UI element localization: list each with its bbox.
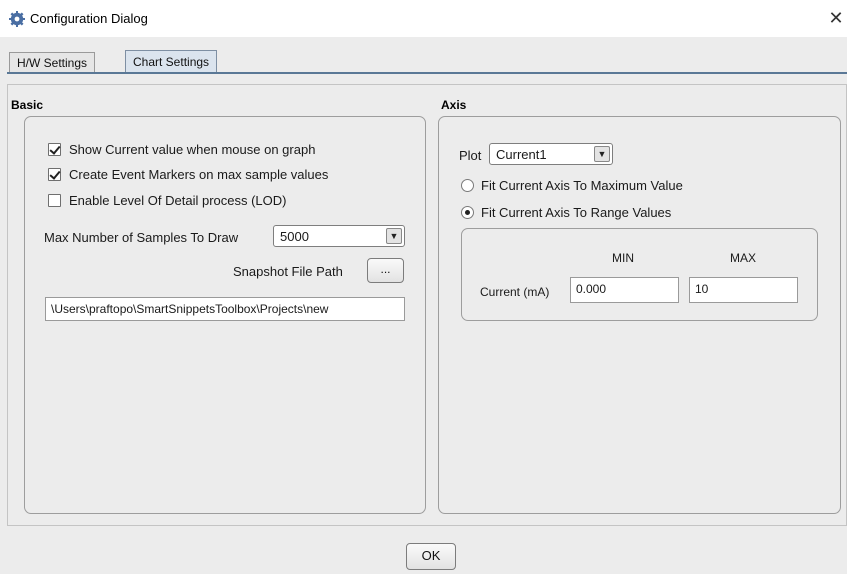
current-ma-label: Current (mA) xyxy=(480,285,550,299)
fit-range-label: Fit Current Axis To Range Values xyxy=(481,205,672,220)
tab-chart-settings[interactable]: Chart Settings xyxy=(125,50,218,73)
fit-range-radio[interactable] xyxy=(461,206,474,219)
range-values-group xyxy=(461,228,818,321)
enable-lod-label: Enable Level Of Detail process (LOD) xyxy=(69,193,287,208)
max-samples-value: 5000 xyxy=(280,229,309,244)
enable-lod-checkbox[interactable] xyxy=(48,194,61,207)
snapshot-path-label: Snapshot File Path xyxy=(233,264,343,279)
max-samples-label: Max Number of Samples To Draw xyxy=(44,230,239,245)
plot-label: Plot xyxy=(459,148,482,163)
fit-max-label: Fit Current Axis To Maximum Value xyxy=(481,178,683,193)
create-event-markers-option[interactable]: Create Event Markers on max sample value… xyxy=(48,167,328,182)
chevron-down-icon: ▼ xyxy=(594,146,610,162)
create-event-markers-checkbox[interactable] xyxy=(48,168,61,181)
max-header: MAX xyxy=(730,251,757,265)
title-bar: Configuration Dialog ✕ xyxy=(0,0,847,37)
fit-max-option[interactable]: Fit Current Axis To Maximum Value xyxy=(461,178,683,193)
tab-underline xyxy=(7,72,847,74)
axis-section-title: Axis xyxy=(441,98,467,112)
snapshot-path-field[interactable]: \Users\praftopo\SmartSnippetsToolbox\Pro… xyxy=(45,297,405,321)
max-samples-select[interactable]: 5000 ▼ xyxy=(273,225,405,247)
gear-icon xyxy=(9,11,25,27)
fit-max-radio[interactable] xyxy=(461,179,474,192)
current-max-field[interactable]: 10 xyxy=(689,277,798,303)
show-current-value-option[interactable]: Show Current value when mouse on graph xyxy=(48,142,315,157)
show-current-value-label: Show Current value when mouse on graph xyxy=(69,142,316,157)
enable-lod-option[interactable]: Enable Level Of Detail process (LOD) xyxy=(48,193,286,208)
close-button[interactable]: ✕ xyxy=(825,7,847,29)
create-event-markers-label: Create Event Markers on max sample value… xyxy=(69,167,329,182)
window-title: Configuration Dialog xyxy=(30,11,148,26)
ok-button[interactable]: OK xyxy=(406,543,456,570)
browse-snapshot-button[interactable]: ... xyxy=(367,258,404,283)
basic-section-title: Basic xyxy=(11,98,44,112)
close-icon: ✕ xyxy=(828,8,844,28)
tab-hw-settings[interactable]: H/W Settings xyxy=(9,52,96,73)
fit-range-option[interactable]: Fit Current Axis To Range Values xyxy=(461,205,671,220)
min-header: MIN xyxy=(612,251,634,265)
show-current-value-checkbox[interactable] xyxy=(48,143,61,156)
current-min-field[interactable]: 0.000 xyxy=(570,277,679,303)
plot-value: Current1 xyxy=(496,147,547,162)
chevron-down-icon: ▼ xyxy=(386,228,402,244)
plot-select[interactable]: Current1 ▼ xyxy=(489,143,613,165)
